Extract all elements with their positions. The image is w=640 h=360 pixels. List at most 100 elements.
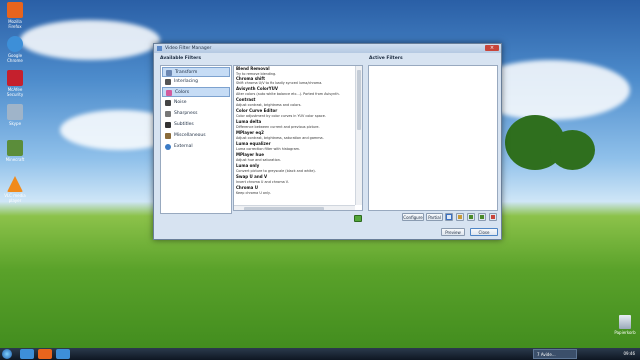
category-label: Miscellaneous xyxy=(174,133,206,138)
recycle-bin-label: Papierkorb xyxy=(614,330,636,335)
close-button[interactable]: Close xyxy=(470,228,498,236)
filter-item[interactable]: Chroma U Keep chroma U only. xyxy=(236,185,354,195)
desktop-icon-4[interactable]: Minecraft xyxy=(2,140,28,162)
taskbar-explorer-icon[interactable] xyxy=(20,349,34,359)
category-item-sharpness[interactable]: Sharpness xyxy=(162,109,230,119)
filter-item[interactable]: Luma only Convert picture to greyscale (… xyxy=(236,163,354,173)
noise-icon xyxy=(165,100,171,106)
close-icon: × xyxy=(489,45,495,51)
desktop-icon-1[interactable]: Google Chrome xyxy=(2,36,28,63)
desktop-icon-label: Mozilla Firefox xyxy=(8,19,22,29)
filter-description: Alter colors (auto white balance etc...)… xyxy=(236,91,340,96)
desktop-icon-label: McAfee Security xyxy=(6,87,24,97)
filter-description: Shift chroma U/V to fix badly synced lum… xyxy=(236,81,323,86)
remove-icon xyxy=(491,215,495,219)
category-item-interlacing[interactable]: Interlacing xyxy=(162,77,230,87)
filter-item[interactable]: Luma equalizer Luma correction filter wi… xyxy=(236,141,354,150)
filter-item[interactable]: Swap U and V Invert chroma U and chroma … xyxy=(236,174,354,184)
remove-filter-button[interactable] xyxy=(489,213,497,221)
save-filters-button[interactable] xyxy=(445,213,453,221)
vertical-scrollbar[interactable] xyxy=(355,66,362,205)
misc-icon xyxy=(165,133,171,139)
filter-description: Color adjustment by color curves in YUV … xyxy=(236,113,326,118)
active-filter-list[interactable] xyxy=(368,65,498,211)
add-filter-button[interactable] xyxy=(354,215,362,222)
partial-button[interactable]: Partial xyxy=(426,213,443,221)
category-label: Noise xyxy=(174,100,187,105)
open-icon xyxy=(458,215,462,219)
arrow-up-icon xyxy=(480,215,484,219)
filter-item[interactable]: Luma delta Difference between current an… xyxy=(236,119,354,129)
category-item-colors[interactable]: Colors xyxy=(162,87,230,97)
scrollbar-thumb[interactable] xyxy=(357,70,361,130)
chrome-icon xyxy=(7,36,23,52)
colors-icon xyxy=(166,90,172,96)
desktop-icon-label: Skype xyxy=(8,121,22,126)
filter-item[interactable]: Color Curve Editor Color adjustment by c… xyxy=(236,108,354,118)
recycle-bin-icon xyxy=(619,315,631,329)
category-label: External xyxy=(174,144,193,149)
filter-description: Try to remove blending. xyxy=(236,71,277,76)
move-up-button[interactable] xyxy=(478,213,486,221)
category-item-transform[interactable]: Transform xyxy=(162,67,230,77)
filter-item[interactable]: Contrast Adjust contrast, brightness and… xyxy=(236,97,354,107)
app-icon xyxy=(157,46,162,51)
category-label: Interlacing xyxy=(174,79,199,84)
horizontal-scrollbar[interactable] xyxy=(234,205,355,210)
filter-description: Difference between current and previous … xyxy=(236,124,320,129)
cloud xyxy=(20,20,160,60)
category-label: Sharpness xyxy=(174,111,198,116)
filter-description: Keep chroma U only. xyxy=(236,190,271,195)
desktop-icon-label: Minecraft xyxy=(5,157,25,162)
category-list: Transform Interlacing Colors Noise Sharp… xyxy=(160,65,232,214)
desktop-icon-2[interactable]: McAfee Security xyxy=(2,70,28,97)
category-item-miscellaneous[interactable]: Miscellaneous xyxy=(162,131,230,141)
filter-description: Adjust contrast, brightness and colors. xyxy=(236,102,302,107)
filter-item[interactable]: Avisynth ColorYUV Alter colors (auto whi… xyxy=(236,86,354,96)
firefox-icon xyxy=(7,2,23,18)
filter-description: Invert chroma U and chroma V. xyxy=(236,179,289,184)
category-item-noise[interactable]: Noise xyxy=(162,98,230,108)
skype-icon xyxy=(7,104,23,120)
filter-description: Convert picture to greyscale (black and … xyxy=(236,168,316,173)
desktop-icon-3[interactable]: Skype xyxy=(2,104,28,126)
filter-item[interactable]: Chroma shift Shift chroma U/V to fix bad… xyxy=(236,76,354,86)
filter-item[interactable]: MPlayer eq2 Adjust contrast, brightness,… xyxy=(236,130,354,140)
taskbar-chrome-icon[interactable] xyxy=(56,349,70,359)
desktop-icon-0[interactable]: Mozilla Firefox xyxy=(2,2,28,29)
category-item-subtitles[interactable]: Subtitles xyxy=(162,120,230,130)
filter-item[interactable]: MPlayer hue Adjust hue and saturation. xyxy=(236,152,354,162)
configure-button[interactable]: Configure xyxy=(402,213,424,221)
taskbar-firefox-icon[interactable] xyxy=(38,349,52,359)
save-icon xyxy=(447,215,451,219)
available-filters-heading: Available Filters xyxy=(160,56,202,61)
window-title: Video Filter Manager xyxy=(165,46,212,51)
interlacing-icon xyxy=(165,79,171,85)
close-window-button[interactable]: × xyxy=(485,45,499,51)
taskbar-task-avidemux[interactable]: 7 Avide... xyxy=(533,349,577,359)
subtitles-icon xyxy=(165,122,171,128)
scrollbar-thumb[interactable] xyxy=(244,207,324,210)
desktop-icon-label: VLC media player xyxy=(4,193,26,203)
filter-description: Adjust hue and saturation. xyxy=(236,157,281,162)
category-label: Subtitles xyxy=(174,122,194,127)
recycle-bin[interactable]: Papierkorb xyxy=(613,315,637,335)
active-filters-heading: Active Filters xyxy=(369,56,403,61)
tree xyxy=(550,130,595,170)
category-label: Colors xyxy=(175,90,190,95)
arrow-down-icon xyxy=(469,215,473,219)
filter-description: Adjust contrast, brightness, saturation … xyxy=(236,135,324,140)
mcafee-icon xyxy=(7,70,23,86)
start-button[interactable] xyxy=(2,349,12,359)
title-bar[interactable]: Video Filter Manager × xyxy=(154,44,501,53)
transform-icon xyxy=(166,70,172,76)
preview-button[interactable]: Preview xyxy=(441,228,465,236)
external-icon xyxy=(165,144,171,150)
filter-item[interactable]: Blend Removal Try to remove blending. xyxy=(236,66,354,76)
load-filters-button[interactable] xyxy=(456,213,464,221)
sharpness-icon xyxy=(165,111,171,117)
category-item-external[interactable]: External xyxy=(162,142,230,152)
move-down-button[interactable] xyxy=(467,213,475,221)
desktop-icon-label: Google Chrome xyxy=(7,53,23,63)
desktop-icon-5[interactable]: VLC media player xyxy=(2,176,28,203)
